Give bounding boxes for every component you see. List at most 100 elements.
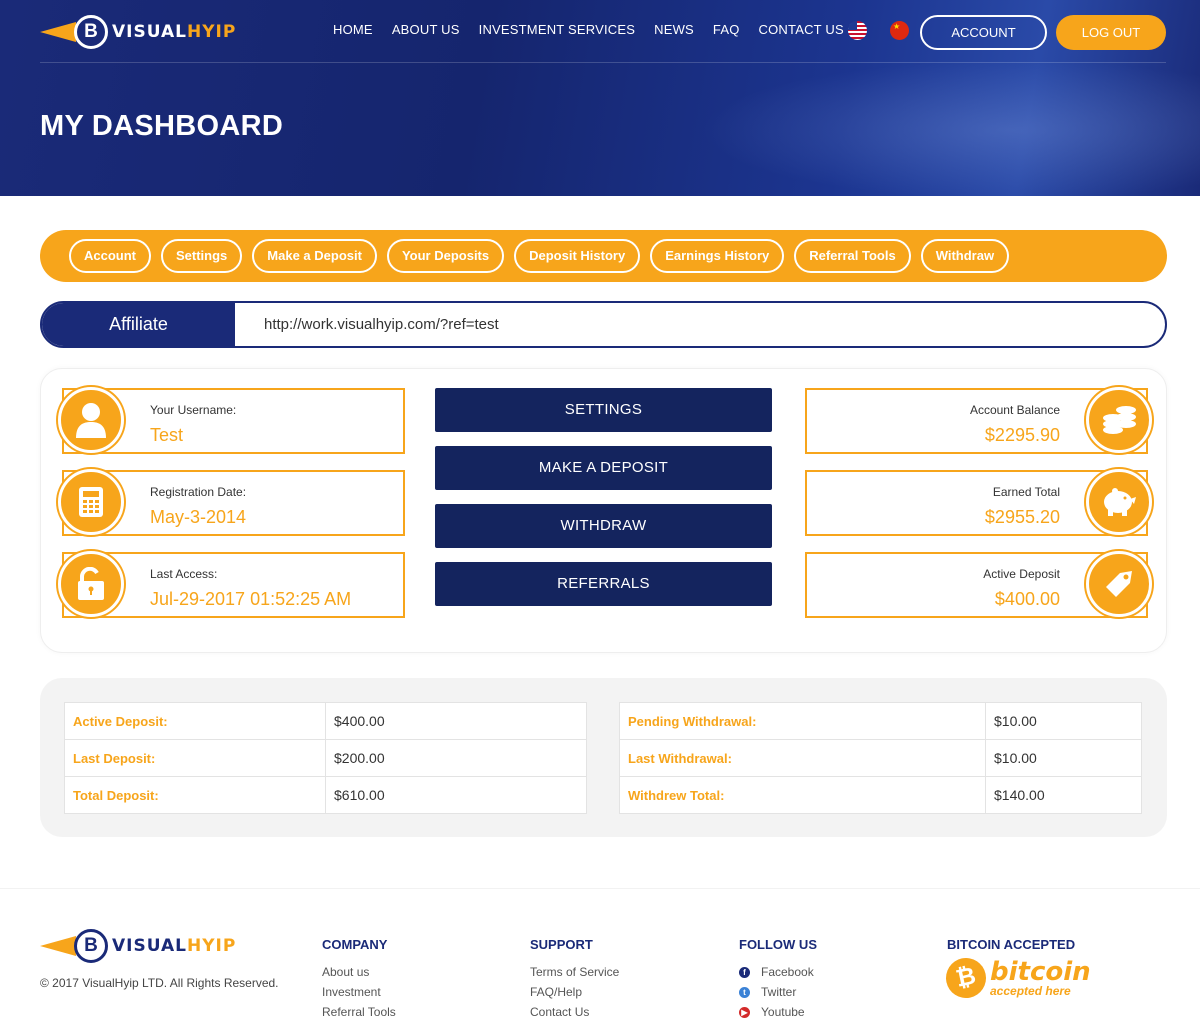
- tab-referral-tools[interactable]: Referral Tools: [794, 239, 911, 273]
- affiliate-label: Affiliate: [42, 303, 235, 346]
- footer-link-investment[interactable]: Investment: [322, 982, 396, 1002]
- totals-panel: Active Deposit: $400.00 Last Deposit: $2…: [40, 678, 1167, 837]
- site-logo[interactable]: B VISUALHYIP: [40, 14, 236, 50]
- row-value: $400.00: [325, 702, 587, 740]
- tab-deposit-history[interactable]: Deposit History: [514, 239, 641, 273]
- registration-date-value: May-3-2014: [150, 507, 247, 527]
- price-tag-icon: [1086, 551, 1152, 617]
- footer-follow-column: FOLLOW US f Facebook t Twitter ▶ Youtube: [739, 937, 817, 1019]
- make-a-deposit-button[interactable]: MAKE A DEPOSIT: [435, 446, 772, 490]
- account-balance-card: Account Balance $2295.90: [805, 387, 1152, 454]
- footer-link-faq[interactable]: FAQ/Help: [530, 982, 619, 1002]
- youtube-icon: ▶: [739, 1006, 750, 1018]
- column-title: SUPPORT: [530, 937, 593, 952]
- row-value: $10.00: [985, 739, 1142, 777]
- footer-company-column: COMPANY About us Investment Referral Too…: [322, 937, 396, 1019]
- last-access-card: Last Access: Jul-29-2017 01:52:25 AM: [58, 551, 405, 618]
- twitter-icon: t: [739, 986, 750, 998]
- table-row: Active Deposit: $400.00: [64, 702, 587, 740]
- piggy-bank-icon: [1086, 469, 1152, 535]
- unlock-icon: [58, 551, 124, 617]
- card-label: Last Access:: [150, 567, 218, 581]
- card-label: Your Username:: [150, 403, 237, 417]
- tab-withdraw[interactable]: Withdraw: [920, 239, 1010, 273]
- footer-link-about-us[interactable]: About us: [322, 962, 396, 982]
- tab-your-deposits[interactable]: Your Deposits: [386, 239, 505, 273]
- footer-link-facebook[interactable]: f Facebook: [739, 962, 817, 982]
- username-value: Test: [150, 425, 184, 445]
- coins-icon: [1086, 387, 1152, 453]
- page-title: MY DASHBOARD: [40, 110, 284, 142]
- row-key: Last Deposit:: [64, 739, 326, 777]
- footer-logo[interactable]: B VISUALHYIP: [40, 928, 236, 964]
- nav-home[interactable]: HOME: [333, 22, 373, 37]
- column-title: FOLLOW US: [739, 937, 817, 952]
- bitcoin-icon: ₿: [942, 954, 990, 1002]
- footer-link-youtube[interactable]: ▶ Youtube: [739, 1002, 817, 1019]
- header-divider: [40, 62, 1166, 63]
- withdraw-totals-table: Pending Withdrawal: $10.00 Last Withdraw…: [619, 702, 1142, 814]
- active-deposit-value: $400.00: [994, 589, 1060, 609]
- row-value: $140.00: [985, 776, 1142, 814]
- account-balance-value: $2295.90: [984, 425, 1060, 445]
- table-row: Last Deposit: $200.00: [64, 739, 587, 777]
- row-value: $200.00: [325, 739, 587, 777]
- calculator-icon: [58, 469, 124, 535]
- table-row: Pending Withdrawal: $10.00: [619, 702, 1142, 740]
- column-title: COMPANY: [322, 937, 388, 952]
- card-label: Active Deposit: [983, 567, 1060, 581]
- affiliate-url[interactable]: http://work.visualhyip.com/?ref=test: [264, 303, 499, 346]
- logo-text: VISUALHYIP: [112, 22, 237, 42]
- us-flag-icon[interactable]: [848, 21, 867, 40]
- last-access-value: Jul-29-2017 01:52:25 AM: [150, 589, 352, 609]
- referrals-button[interactable]: REFERRALS: [435, 562, 772, 606]
- nav-contact-us[interactable]: CONTACT US: [759, 22, 844, 37]
- affiliate-link-box: Affiliate http://work.visualhyip.com/?re…: [40, 301, 1167, 348]
- tab-make-a-deposit[interactable]: Make a Deposit: [252, 239, 377, 273]
- footer-link-referral-tools[interactable]: Referral Tools: [322, 1002, 396, 1019]
- logout-button[interactable]: LOG OUT: [1056, 15, 1166, 50]
- row-key: Total Deposit:: [64, 776, 326, 814]
- row-value: $10.00: [985, 702, 1142, 740]
- registration-date-card: Registration Date: May-3-2014: [58, 469, 405, 536]
- row-key: Active Deposit:: [64, 702, 326, 740]
- china-flag-icon[interactable]: [890, 21, 909, 40]
- bitcoin-accepted-badge: ₿ bitcoin accepted here: [942, 954, 1091, 1002]
- deposit-totals-table: Active Deposit: $400.00 Last Deposit: $2…: [64, 702, 587, 814]
- earned-total-card: Earned Total $2955.20: [805, 469, 1152, 536]
- footer-support-column: SUPPORT Terms of Service FAQ/Help Contac…: [530, 937, 619, 1019]
- username-card: Your Username: Test: [58, 387, 405, 454]
- account-button[interactable]: ACCOUNT: [920, 15, 1047, 50]
- facebook-icon: f: [739, 966, 750, 978]
- bitcoin-logo-icon: B: [40, 928, 108, 964]
- footer-divider: [0, 888, 1200, 889]
- nav-news[interactable]: NEWS: [654, 22, 694, 37]
- footer-link-terms[interactable]: Terms of Service: [530, 962, 619, 982]
- row-value: $610.00: [325, 776, 587, 814]
- withdraw-button[interactable]: WITHDRAW: [435, 504, 772, 548]
- table-row: Withdrew Total: $140.00: [619, 776, 1142, 814]
- header-hero: B VISUALHYIP HOME ABOUT US INVESTMENT SE…: [0, 0, 1200, 196]
- account-summary-panel: Your Username: Test Registration Date: M…: [40, 368, 1167, 653]
- settings-button[interactable]: SETTINGS: [435, 388, 772, 432]
- row-key: Withdrew Total:: [619, 776, 986, 814]
- nav-about-us[interactable]: ABOUT US: [392, 22, 460, 37]
- table-row: Total Deposit: $610.00: [64, 776, 587, 814]
- card-label: Earned Total: [992, 485, 1060, 499]
- main-nav: HOME ABOUT US INVESTMENT SERVICES NEWS F…: [333, 22, 863, 37]
- copyright-text: © 2017 VisualHyip LTD. All Rights Reserv…: [40, 976, 279, 990]
- table-row: Last Withdrawal: $10.00: [619, 739, 1142, 777]
- dashboard-tab-bar: Account Settings Make a Deposit Your Dep…: [40, 230, 1167, 282]
- footer-link-contact[interactable]: Contact Us: [530, 1002, 619, 1019]
- tab-earnings-history[interactable]: Earnings History: [650, 239, 785, 273]
- nav-investment-services[interactable]: INVESTMENT SERVICES: [479, 22, 635, 37]
- tab-account[interactable]: Account: [69, 239, 151, 273]
- footer-link-twitter[interactable]: t Twitter: [739, 982, 817, 1002]
- user-icon: [58, 387, 124, 453]
- nav-faq[interactable]: FAQ: [713, 22, 740, 37]
- row-key: Pending Withdrawal:: [619, 702, 986, 740]
- card-label: Account Balance: [969, 403, 1060, 417]
- logo-text: VISUALHYIP: [112, 936, 237, 956]
- tab-settings[interactable]: Settings: [161, 239, 243, 273]
- bitcoin-logo-icon: B: [40, 14, 108, 50]
